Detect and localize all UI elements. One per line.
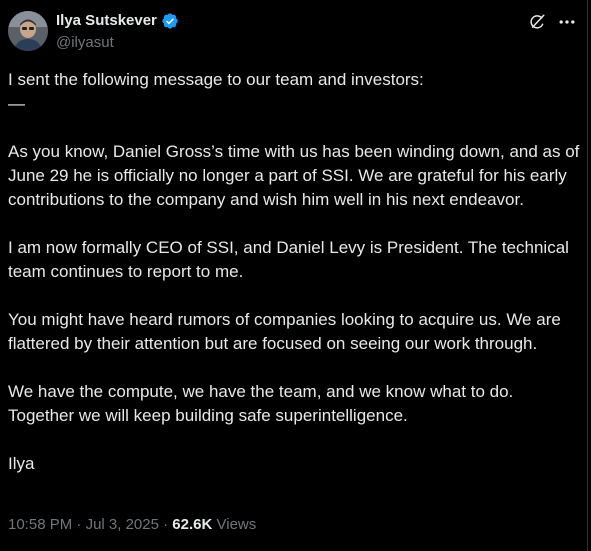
post-time[interactable]: 10:58 PM [8,516,72,533]
post-text: I sent the following message to our team… [8,68,580,476]
grok-button[interactable] [526,11,548,33]
post-line: — [8,94,25,113]
post-date[interactable]: Jul 3, 2025 [86,516,159,533]
verified-badge-icon [161,12,179,30]
post-paragraph: You might have heard rumors of companies… [8,310,561,353]
more-options-button[interactable] [555,11,579,33]
post-line: I sent the following message to our team… [8,70,424,89]
meta-separator: · [72,516,86,533]
author-handle[interactable]: @ilyasut [56,34,114,52]
post-paragraph: I am now formally CEO of SSI, and Daniel… [8,238,569,281]
author-name-row: Ilya Sutskever [56,12,179,30]
tweet: Ilya Sutskever @ilyasut I sent the follo… [0,0,588,551]
post-line: Together we will keep building safe supe… [8,406,408,425]
avatar-image [8,11,48,51]
views-count: 62.6K [172,516,213,533]
author-display-name[interactable]: Ilya Sutskever [56,12,157,30]
more-options-icon [559,20,575,24]
views-label: Views [216,516,257,533]
post-paragraph: As you know, Daniel Gross’s time with us… [8,142,580,209]
grok-icon [530,14,545,29]
avatar[interactable] [8,11,48,51]
post-signature: Ilya [8,454,35,473]
post-line: We have the compute, we have the team, a… [8,382,514,401]
meta-separator: · [158,516,173,533]
post-meta: 10:58 PM · Jul 3, 2025 · 62.6K Views [8,515,256,535]
